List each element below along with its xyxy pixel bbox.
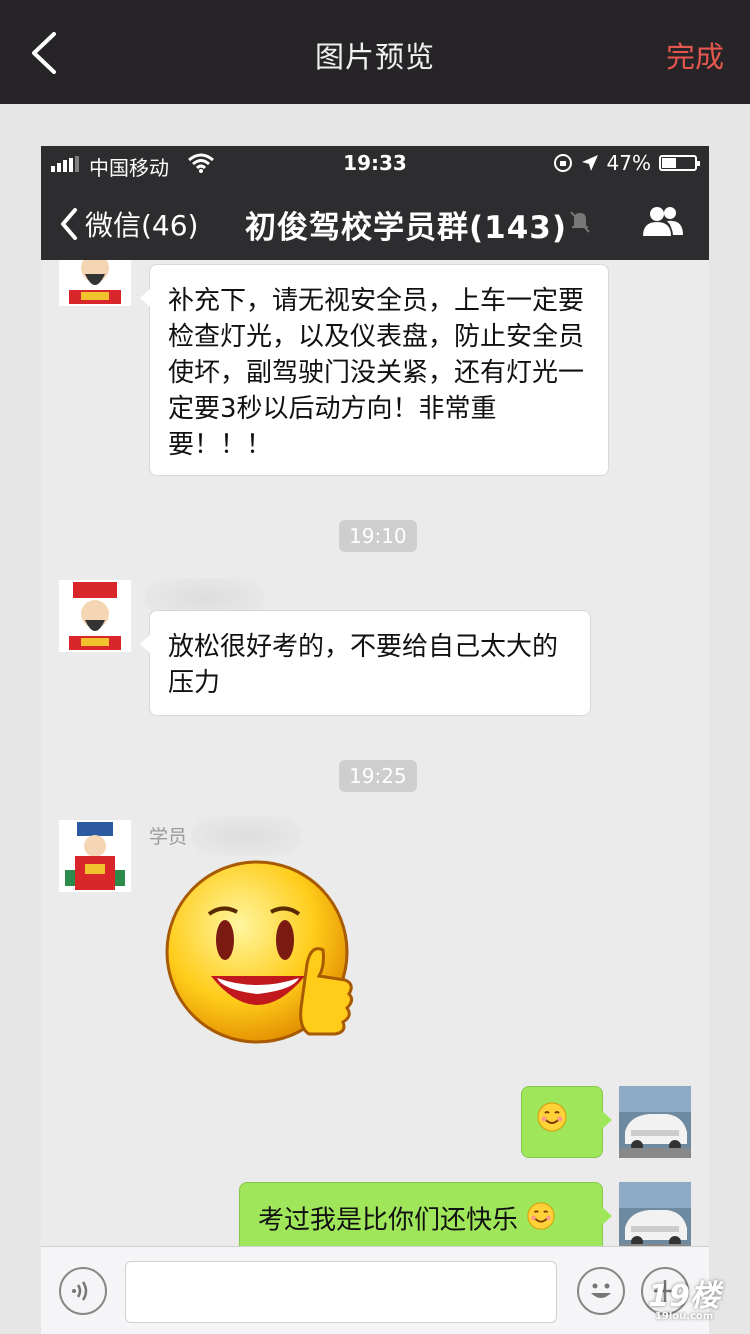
preview-image: 中国移动 19:33 47% 微信(46) 初俊驾校学员群(143) 补充下，请…: [41, 146, 709, 1334]
message-bubble[interactable]: 补充下，请无视安全员，上车一定要检查灯光，以及仪表盘，防止安全员使坏，副驾驶门没…: [140, 264, 609, 476]
battery-level: [662, 158, 676, 168]
location-icon: [581, 155, 598, 171]
smile-emoji-icon: [526, 1201, 556, 1241]
watermark-sub: 19lou.com: [654, 1311, 714, 1322]
chat-back-label: 微信(46): [85, 209, 199, 242]
mute-bell-icon: [567, 208, 593, 234]
avatar[interactable]: [59, 820, 131, 892]
avatar[interactable]: [59, 260, 131, 306]
status-right: 47%: [553, 151, 700, 175]
preview-header: 图片预览 完成: [0, 0, 750, 104]
chat-input-bar: [41, 1246, 709, 1334]
chat-nav-bar: 微信(46) 初俊驾校学员群(143): [41, 182, 709, 260]
message-input[interactable]: [125, 1261, 557, 1323]
group-members-icon[interactable]: [641, 204, 685, 238]
chat-back-button[interactable]: 微信(46): [59, 204, 198, 244]
voice-input-icon[interactable]: [59, 1267, 107, 1315]
status-bar: 中国移动 19:33 47%: [41, 146, 709, 182]
sender-name: 学员: [149, 826, 188, 848]
done-button[interactable]: 完成: [666, 34, 724, 76]
watermark-label: 19楼: [648, 1279, 720, 1314]
message-list[interactable]: 补充下，请无视安全员，上车一定要检查灯光，以及仪表盘，防止安全员使坏，副驾驶门没…: [41, 260, 709, 1246]
message-bubble[interactable]: 放松很好考的，不要给自己太大的压力: [140, 610, 591, 716]
watermark-logo: 19楼 19lou.com: [648, 1271, 720, 1322]
chevron-left-icon: [61, 208, 77, 240]
emoji-icon[interactable]: [577, 1267, 625, 1315]
message-text: 放松很好考的，不要给自己太大的压力: [168, 632, 559, 698]
battery-percent: 47%: [606, 151, 651, 175]
message-text: 考过我是比你们还快乐: [258, 1205, 519, 1236]
battery-icon: [659, 155, 700, 171]
smile-emoji-icon: [536, 1101, 568, 1143]
timestamp: 19:25: [339, 760, 417, 792]
message-bubble[interactable]: 考过我是比你们还快乐: [239, 1182, 612, 1246]
rotation-lock-icon: [553, 154, 572, 172]
message-text: 补充下，请无视安全员，上车一定要检查灯光，以及仪表盘，防止安全员使坏，副驾驶门没…: [168, 286, 585, 460]
chat-title: 初俊驾校学员群(143): [245, 210, 568, 246]
avatar[interactable]: [59, 580, 131, 652]
thumbs-up-sticker[interactable]: [161, 858, 361, 1058]
message-bubble[interactable]: [521, 1086, 612, 1158]
avatar[interactable]: [619, 1182, 691, 1246]
avatar[interactable]: [619, 1086, 691, 1158]
preview-title: 图片预览: [314, 40, 435, 74]
blurred-sender-name: [191, 816, 301, 856]
timestamp: 19:10: [339, 520, 417, 552]
